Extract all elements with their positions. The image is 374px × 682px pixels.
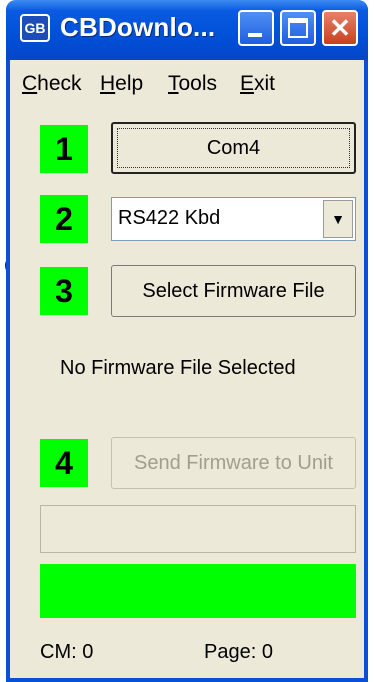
step-3-indicator: 3 [40, 267, 88, 315]
minimize-icon [248, 33, 262, 37]
maximize-icon [288, 18, 308, 38]
title-bar[interactable]: GB CBDownlo... ✕ [6, 0, 368, 60]
step-4-indicator: 4 [40, 439, 88, 487]
menu-exit[interactable]: Exit [240, 72, 275, 96]
keyboard-type-select[interactable]: RS422 Kbd ▼ [111, 197, 356, 241]
select-firmware-label: Select Firmware File [142, 279, 325, 302]
send-firmware-label: Send Firmware to Unit [134, 451, 333, 474]
close-button[interactable]: ✕ [322, 10, 358, 46]
cm-counter: CM: 0 [40, 641, 94, 663]
dropdown-arrow-button[interactable]: ▼ [323, 200, 353, 238]
app-icon[interactable]: GB [20, 14, 50, 42]
firmware-status-text: No Firmware File Selected [60, 357, 296, 379]
window-title: CBDownlo... [60, 12, 216, 42]
keyboard-type-value: RS422 Kbd [118, 207, 221, 229]
page-counter: Page: 0 [204, 641, 273, 663]
progress-bar [40, 505, 356, 553]
minimize-button[interactable] [238, 10, 274, 46]
menu-tools[interactable]: Tools [168, 72, 217, 96]
focus-ring [117, 128, 350, 168]
step-2-indicator: 2 [40, 195, 88, 243]
app-window: GB CBDownlo... ✕ Check Help Tools Exit 1… [6, 0, 368, 682]
status-indicator-bar [40, 564, 356, 618]
send-firmware-button[interactable]: Send Firmware to Unit [111, 437, 356, 489]
menu-help[interactable]: Help [100, 72, 143, 96]
menu-bar: Check Help Tools Exit [10, 60, 364, 100]
chevron-down-icon: ▼ [331, 211, 345, 227]
com-port-button[interactable]: Com4 [111, 122, 356, 174]
maximize-button[interactable] [280, 10, 316, 46]
select-firmware-button[interactable]: Select Firmware File [111, 265, 356, 317]
menu-check[interactable]: Check [22, 72, 82, 96]
step-1-indicator: 1 [40, 125, 88, 173]
close-icon: ✕ [329, 13, 351, 43]
